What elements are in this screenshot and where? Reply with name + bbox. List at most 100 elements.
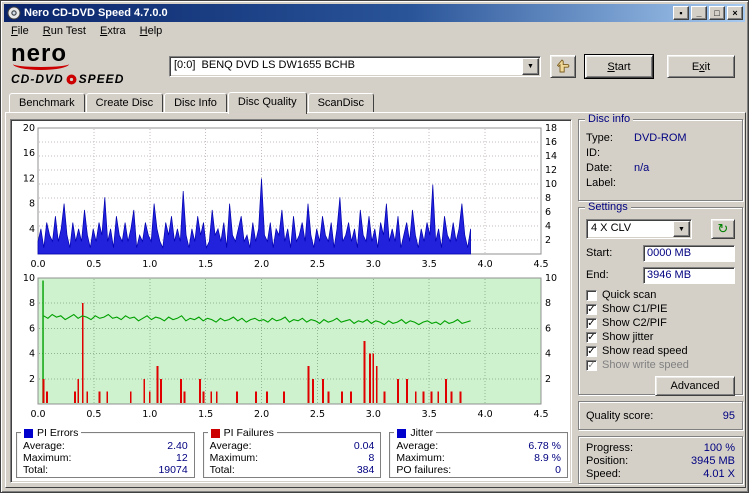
disc-info-group-title: Disc info xyxy=(585,114,634,125)
logo-product-right: SPEED xyxy=(78,72,125,86)
svg-text:2.5: 2.5 xyxy=(310,409,325,420)
app-window: Nero CD-DVD Speed 4.7.0.0 ▪ _ □ × File Ru… xyxy=(0,0,749,493)
svg-text:8: 8 xyxy=(29,199,35,210)
stats-pi-failures: PI Failures Average: 0.04 Maximum: 8 Total: 38… xyxy=(202,427,382,478)
refresh-button[interactable]: ↻ xyxy=(711,219,735,239)
svg-text:2.5: 2.5 xyxy=(310,259,325,270)
drive-select-value: [0:0] BENQ DVD LS DW1655 BCHB xyxy=(174,59,355,71)
progress-row: Speed: 4.01 X xyxy=(586,468,735,480)
disc-info-rows: Type: DVD-ROM ID: Date: n/a Label: xyxy=(586,131,735,191)
svg-text:6: 6 xyxy=(545,207,551,218)
nero-logo: nero CD-DVD SPEED xyxy=(11,40,163,86)
progress-rows: Progress: 100 % Position: 3945 MB Speed: 4.01… xyxy=(586,442,735,481)
disc-info-row: Type: DVD-ROM xyxy=(586,132,687,144)
tab-scandisc[interactable]: ScanDisc xyxy=(307,93,375,112)
progress-row: Progress: 100 % xyxy=(586,442,735,454)
checkbox-show-c1-pie[interactable]: ✓ Show C1/PIE xyxy=(586,302,735,316)
svg-text:4: 4 xyxy=(545,349,551,360)
checkbox-show-jitter[interactable]: ✓ Show jitter xyxy=(586,330,735,344)
legend-color-chip xyxy=(24,428,33,438)
tab-create-disc[interactable]: Create Disc xyxy=(85,93,164,112)
exit-button[interactable]: Exit xyxy=(667,55,735,78)
logo-brand-text: nero xyxy=(11,40,68,67)
tab-disc-info[interactable]: Disc Info xyxy=(164,93,227,112)
checkbox-quick-scan[interactable]: Quick scan xyxy=(586,288,735,302)
titlebar[interactable]: Nero CD-DVD Speed 4.7.0.0 ▪ _ □ × xyxy=(4,4,745,22)
svg-text:1.5: 1.5 xyxy=(198,259,213,270)
maximize-button[interactable]: □ xyxy=(709,6,725,20)
svg-text:0.5: 0.5 xyxy=(86,259,101,270)
svg-text:6: 6 xyxy=(545,323,551,334)
svg-text:1.0: 1.0 xyxy=(142,409,157,420)
stat-row: PO failures: 0 xyxy=(396,464,562,476)
menu-item-file[interactable]: File xyxy=(4,23,36,39)
svg-text:4: 4 xyxy=(545,221,551,232)
svg-text:2.0: 2.0 xyxy=(254,409,269,420)
svg-text:8: 8 xyxy=(545,193,551,204)
logo-product-left: CD-DVD xyxy=(11,72,64,86)
checkbox-box[interactable]: ✓ xyxy=(586,317,597,329)
svg-text:16: 16 xyxy=(545,137,557,148)
close-button[interactable]: × xyxy=(727,6,743,20)
svg-text:3.0: 3.0 xyxy=(366,259,381,270)
disc-icon xyxy=(66,74,77,84)
speed-select[interactable]: 4 X CLV ▼ xyxy=(586,219,692,239)
chevron-down-icon[interactable]: ▼ xyxy=(522,58,539,75)
start-button[interactable]: Start xyxy=(584,54,654,79)
svg-text:3.5: 3.5 xyxy=(422,409,437,420)
stats-row: PI Errors Average: 2.40 Maximum: 12 Total: 190… xyxy=(16,427,569,478)
menu-item-run-test[interactable]: Run Test xyxy=(36,23,93,39)
tab-strip: Benchmark Create Disc Disc Info Disc Qualit… xyxy=(9,91,375,114)
svg-text:18: 18 xyxy=(545,123,557,134)
svg-text:3.0: 3.0 xyxy=(366,409,381,420)
disc-info-group: Disc info Type: DVD-ROM ID: Date: n/a Label: xyxy=(578,114,743,201)
svg-text:1.5: 1.5 xyxy=(198,409,213,420)
legend-color-chip xyxy=(397,428,407,438)
scan-start-field[interactable]: 0000 MB xyxy=(643,244,735,262)
stat-row: Average: 2.40 xyxy=(23,440,188,452)
chevron-down-icon[interactable]: ▼ xyxy=(673,221,690,237)
stat-row: Total: 19074 xyxy=(23,464,188,476)
stat-row: Maximum: 12 xyxy=(23,452,188,464)
svg-text:10: 10 xyxy=(545,179,557,190)
quality-score-group: Quality score: 95 xyxy=(578,401,743,430)
svg-text:2: 2 xyxy=(29,374,35,385)
titlebar-extra-button[interactable]: ▪ xyxy=(673,6,689,20)
svg-text:4.5: 4.5 xyxy=(533,259,548,270)
hand-button[interactable] xyxy=(550,55,576,78)
menu-item-extra[interactable]: Extra xyxy=(93,23,133,39)
stats-title: PI Failures xyxy=(207,427,277,439)
hand-icon xyxy=(556,58,570,72)
checkbox-box[interactable]: ✓ xyxy=(586,303,597,315)
checkbox-show-write-speed: ✓ Show write speed xyxy=(586,359,689,371)
right-sidebar: Disc info Type: DVD-ROM ID: Date: n/a Label: … xyxy=(578,114,743,484)
stats-title: Jitter xyxy=(394,427,437,439)
checkbox-box[interactable]: ✓ xyxy=(586,345,597,357)
drive-select[interactable]: [0:0] BENQ DVD LS DW1655 BCHB ▼ xyxy=(169,56,541,77)
svg-text:4: 4 xyxy=(29,224,35,235)
checkbox-show-read-speed[interactable]: ✓ Show read speed xyxy=(586,344,735,358)
scan-end-field[interactable]: 3946 MB xyxy=(643,266,735,284)
svg-text:3.5: 3.5 xyxy=(422,259,437,270)
minimize-button[interactable]: _ xyxy=(691,6,707,20)
svg-text:10: 10 xyxy=(545,273,557,284)
tab-disc-quality[interactable]: Disc Quality xyxy=(227,92,307,114)
tab-benchmark[interactable]: Benchmark xyxy=(9,93,85,112)
svg-text:0.0: 0.0 xyxy=(30,409,45,420)
svg-text:1.0: 1.0 xyxy=(142,259,157,270)
svg-text:8: 8 xyxy=(545,298,551,309)
svg-text:2: 2 xyxy=(545,374,551,385)
svg-text:4.0: 4.0 xyxy=(478,409,493,420)
menu-item-help[interactable]: Help xyxy=(133,23,170,39)
advanced-button[interactable]: Advanced xyxy=(655,376,735,396)
settings-checkboxes: Quick scan ✓ Show C1/PIE ✓ Show C2/PIF ✓ Show … xyxy=(586,288,735,372)
checkbox-box[interactable] xyxy=(586,289,597,301)
svg-text:14: 14 xyxy=(545,151,557,162)
stats-pi-errors: PI Errors Average: 2.40 Maximum: 12 Total: 190… xyxy=(16,427,195,478)
disc-info-row: Date: n/a xyxy=(586,162,650,174)
checkbox-show-c2-pif[interactable]: ✓ Show C2/PIF xyxy=(586,316,735,330)
checkbox-box[interactable]: ✓ xyxy=(586,331,597,343)
speed-select-value: 4 X CLV xyxy=(591,222,632,234)
progress-row: Position: 3945 MB xyxy=(586,455,735,467)
svg-text:20: 20 xyxy=(23,123,35,134)
